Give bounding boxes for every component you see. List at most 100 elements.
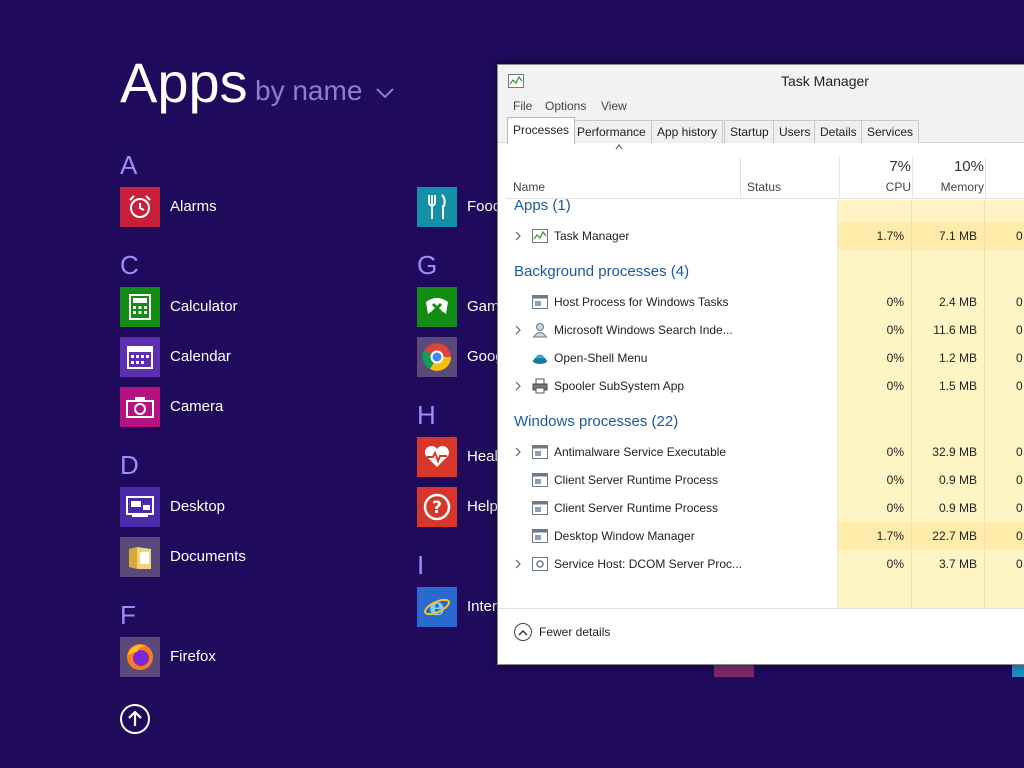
- svg-text:?: ?: [432, 498, 442, 518]
- sort-by-label: by name: [255, 75, 363, 106]
- group-letter-c[interactable]: C: [120, 250, 150, 282]
- chevron-right-icon[interactable]: [514, 381, 522, 391]
- sort-by-dropdown[interactable]: by name: [255, 75, 394, 107]
- app-label: Alarms: [170, 198, 217, 215]
- process-cpu: 0%: [886, 351, 904, 365]
- menu-view[interactable]: View: [601, 99, 627, 113]
- title-bar[interactable]: Task Manager: [498, 65, 1024, 97]
- table-row[interactable]: Host Process for Windows Tasks 0% 2.4 MB…: [506, 288, 1024, 316]
- table-row[interactable]: Desktop Window Manager 1.7% 22.7 MB 0.1: [506, 522, 1024, 550]
- process-memory: 1.5 MB: [938, 379, 977, 393]
- chevron-right-icon[interactable]: [514, 447, 522, 457]
- process-name: Desktop Window Manager: [554, 529, 695, 543]
- apps-column-2: Food G Games Google Chrome H Health ? He…: [417, 140, 498, 660]
- process-memory: 1.2 MB: [938, 351, 977, 365]
- gear-window-icon: [532, 557, 548, 571]
- tab-services[interactable]: Services: [861, 120, 920, 143]
- app-label: Calendar: [170, 348, 231, 365]
- app-label: Google Chrome: [467, 348, 498, 365]
- scroll-up-button[interactable]: [120, 704, 150, 734]
- menu-options[interactable]: Options: [545, 99, 586, 113]
- ie-icon: e: [417, 587, 457, 627]
- process-disk: 0: [1016, 473, 1023, 487]
- chevron-down-icon: [376, 87, 394, 99]
- shell-icon: [533, 354, 547, 364]
- tab-performance[interactable]: Performance: [571, 120, 652, 143]
- app-tile-calendar[interactable]: Calendar: [120, 337, 400, 379]
- app-label: Health: [467, 448, 498, 465]
- task-manager-icon: [532, 229, 548, 243]
- arrow-up-icon: [128, 711, 142, 726]
- process-memory: 3.7 MB: [938, 557, 977, 571]
- app-tile-alarms[interactable]: Alarms: [120, 187, 400, 229]
- process-cpu: 0%: [886, 557, 904, 571]
- group-letter-i[interactable]: I: [417, 550, 447, 582]
- process-cpu: 1.7%: [876, 229, 904, 243]
- process-name: Microsoft Windows Search Inde...: [554, 323, 733, 337]
- app-tile-food[interactable]: Food: [417, 187, 498, 229]
- group-letter-d[interactable]: D: [120, 450, 150, 482]
- process-disk: 0: [1016, 379, 1023, 393]
- chevron-right-icon[interactable]: [514, 559, 522, 569]
- group-letter-h[interactable]: H: [417, 400, 447, 432]
- column-cpu[interactable]: CPU: [886, 180, 911, 194]
- column-memory[interactable]: Memory: [941, 180, 984, 194]
- menu-file[interactable]: File: [513, 99, 532, 113]
- group-letter-a[interactable]: A: [120, 150, 150, 182]
- app-tile-internet-explorer[interactable]: e Internet Explorer: [417, 587, 498, 629]
- process-memory: 22.7 MB: [932, 529, 977, 543]
- sort-ascending-icon: [615, 144, 623, 150]
- app-label: Calculator: [170, 298, 238, 315]
- process-name: Spooler SubSystem App: [554, 379, 685, 393]
- table-row[interactable]: Task Manager 1.7% 7.1 MB 0: [506, 222, 1024, 250]
- tab-app-history[interactable]: App history: [651, 120, 724, 143]
- app-label: Camera: [170, 398, 224, 415]
- chevron-right-icon[interactable]: [514, 231, 522, 241]
- app-tile-desktop[interactable]: Desktop: [120, 487, 400, 529]
- process-memory: 32.9 MB: [932, 445, 977, 459]
- app-tile-help[interactable]: ? Help: [417, 487, 498, 529]
- food-icon: [417, 187, 457, 227]
- app-tile-games[interactable]: Games: [417, 287, 498, 329]
- heart-pulse-icon: [417, 437, 457, 477]
- chevron-right-icon[interactable]: [514, 325, 522, 335]
- table-row[interactable]: Client Server Runtime Process 0% 0.9 MB …: [506, 494, 1024, 522]
- app-tile-documents[interactable]: Documents: [120, 537, 400, 579]
- group-letter-g[interactable]: G: [417, 250, 447, 282]
- tab-details[interactable]: Details: [814, 120, 863, 143]
- group-letter-f[interactable]: F: [120, 600, 150, 632]
- tab-processes[interactable]: Processes: [507, 117, 576, 144]
- table-row[interactable]: Service Host: DCOM Server Proc... 0% 3.7 M…: [506, 550, 1024, 578]
- column-status[interactable]: Status: [747, 180, 781, 194]
- app-label: Documents: [170, 548, 246, 565]
- process-name: Client Server Runtime Process: [554, 473, 719, 487]
- app-tile-calculator[interactable]: Calculator: [120, 287, 400, 329]
- app-tile-firefox[interactable]: Firefox: [120, 637, 400, 679]
- app-tile-health[interactable]: Health: [417, 437, 498, 479]
- app-tile-google-chrome[interactable]: Google Chrome: [417, 337, 498, 379]
- process-window-icon: [532, 473, 548, 487]
- table-row[interactable]: Spooler SubSystem App 0% 1.5 MB 0: [506, 372, 1024, 400]
- app-label: Desktop: [170, 498, 226, 515]
- table-row[interactable]: Microsoft Windows Search Inde... 0% 11.6…: [506, 316, 1024, 344]
- process-memory: 0.9 MB: [938, 501, 977, 515]
- process-list: Name Status 7% CPU 10% Memory Apps (1) T…: [506, 143, 1024, 608]
- group-header-windows: Windows processes (22): [514, 413, 679, 430]
- apps-title: Apps: [120, 51, 248, 114]
- process-disk: 0: [1016, 323, 1023, 337]
- table-row[interactable]: Client Server Runtime Process 0% 0.9 MB …: [506, 466, 1024, 494]
- calculator-icon: [120, 287, 160, 327]
- process-name: Host Process for Windows Tasks: [554, 295, 729, 309]
- process-disk: 0: [1016, 501, 1023, 515]
- tab-users[interactable]: Users: [773, 120, 817, 143]
- table-row[interactable]: Open-Shell Menu 0% 1.2 MB 0: [506, 344, 1024, 372]
- app-label: Games: [467, 298, 498, 315]
- window-title: Task Manager: [781, 73, 869, 89]
- column-name[interactable]: Name: [513, 180, 545, 194]
- tab-startup[interactable]: Startup: [724, 120, 775, 143]
- app-tile-camera[interactable]: Camera: [120, 387, 400, 429]
- process-disk: 0.1: [1016, 529, 1024, 543]
- column-headers: Name Status 7% CPU 10% Memory: [506, 143, 1024, 199]
- table-row[interactable]: Antimalware Service Executable 0% 32.9 M…: [506, 438, 1024, 466]
- process-cpu: 0%: [886, 473, 904, 487]
